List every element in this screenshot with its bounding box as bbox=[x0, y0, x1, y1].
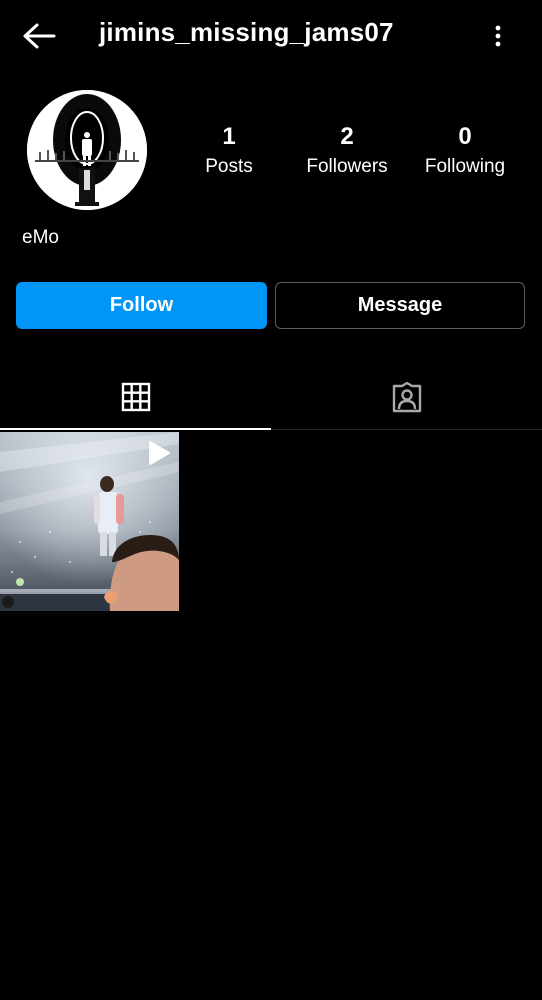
more-options-button[interactable] bbox=[484, 20, 512, 52]
tab-posts-grid[interactable] bbox=[0, 365, 271, 430]
follow-button[interactable]: Follow bbox=[16, 282, 267, 329]
play-icon bbox=[149, 441, 170, 465]
following-count[interactable]: 0 Following bbox=[410, 122, 520, 180]
arrow-left-icon bbox=[23, 23, 56, 49]
posts-count[interactable]: 1 Posts bbox=[174, 122, 284, 180]
followers-count[interactable]: 2 Followers bbox=[292, 122, 402, 180]
back-button[interactable] bbox=[20, 20, 58, 52]
posts-count-value: 1 bbox=[222, 123, 236, 150]
grid-icon bbox=[121, 382, 150, 411]
profile-avatar[interactable] bbox=[27, 90, 147, 210]
post-thumbnail[interactable] bbox=[0, 432, 179, 611]
following-count-value: 0 bbox=[458, 123, 472, 150]
following-count-label: Following bbox=[424, 156, 506, 177]
message-button[interactable]: Message bbox=[275, 282, 525, 329]
profile-tabs bbox=[0, 365, 542, 430]
followers-count-label: Followers bbox=[306, 156, 388, 177]
avatar-image bbox=[27, 90, 147, 210]
posts-count-label: Posts bbox=[205, 156, 253, 177]
profile-display-name: eMo bbox=[22, 227, 59, 248]
vertical-dots-icon bbox=[495, 25, 501, 47]
tagged-person-icon bbox=[392, 381, 421, 412]
profile-username: jimins_missing_jams07 bbox=[99, 17, 394, 47]
followers-count-value: 2 bbox=[340, 123, 354, 150]
tab-tagged[interactable] bbox=[271, 365, 542, 430]
top-bar: jimins_missing_jams07 bbox=[0, 0, 542, 72]
